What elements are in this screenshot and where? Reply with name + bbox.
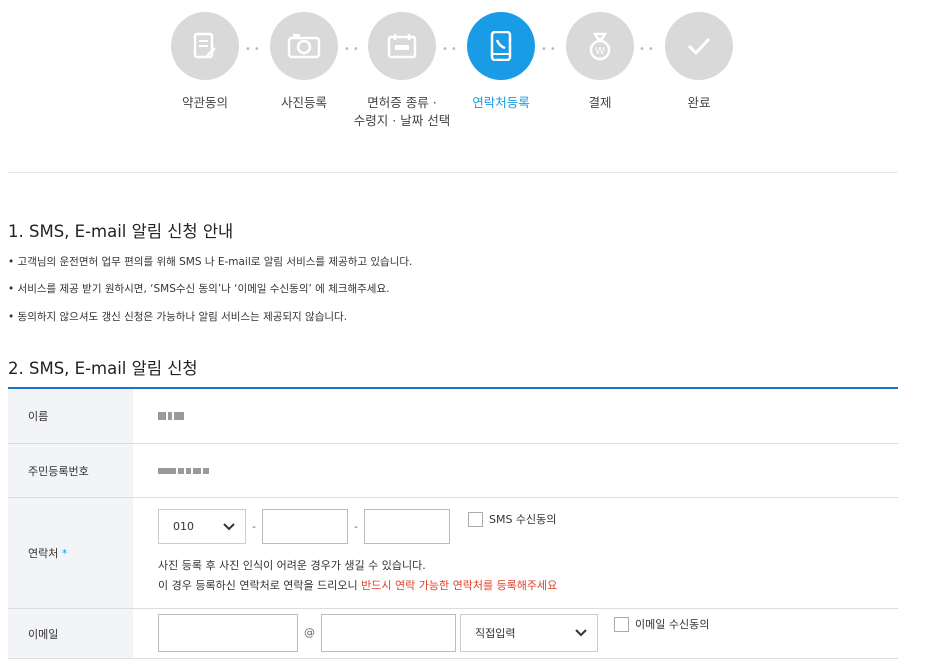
- notice-item: • 고객님의 운전면허 업무 편의를 위해 SMS 나 E-mail로 알림 서…: [8, 256, 413, 268]
- masked-rrn: [158, 467, 209, 474]
- camera-icon: [270, 12, 338, 80]
- step-label: 약관동의: [181, 95, 228, 110]
- notice-item: • 서비스를 제공 받기 원하시면, ‘SMS수신 동의’나 ‘이메일 수신동의…: [8, 283, 390, 295]
- money-bag-icon: W: [566, 12, 634, 80]
- document-pen-icon: [171, 12, 239, 80]
- warning-text: 반드시 연락 가능한 연락처를 등록해주세요: [361, 579, 558, 592]
- step-photo: 사진등록: [254, 12, 354, 112]
- field-label: 주민등록번호: [8, 444, 133, 497]
- chevron-down-icon: [223, 522, 235, 530]
- step-contact: 연락처등록: [451, 12, 551, 112]
- field-label: 연락처 *: [8, 498, 133, 608]
- step-complete: 완료: [649, 12, 749, 112]
- email-domain-input[interactable]: [321, 614, 456, 652]
- progress-stepper: 약관동의 •• 사진등록 •• 면허증 종류 · 수령지 · 날짜 선택 •• …: [0, 12, 936, 162]
- step-label: 연락처등록: [472, 95, 530, 110]
- step-label: 완료: [687, 95, 711, 110]
- contact-form: 이름 주민등록번호 연락처 * 010 - - SMS 수신동의 사진 등록 후…: [8, 387, 898, 659]
- phone-prefix-select[interactable]: 010: [158, 509, 246, 544]
- checkbox[interactable]: [614, 616, 629, 632]
- step-terms: 약관동의: [155, 12, 255, 112]
- phone-help-text: 사진 등록 후 사진 인식이 어려운 경우가 생길 수 있습니다. 이 경우 등…: [158, 559, 558, 592]
- divider: [8, 172, 898, 173]
- field-label: 이름: [8, 389, 133, 443]
- svg-text:W: W: [595, 46, 605, 57]
- form-row-email: 이메일 @ 직접입력 이메일 수신동의: [8, 609, 898, 659]
- check-icon: [665, 12, 733, 80]
- at-sign: @: [304, 626, 315, 639]
- form-row-phone: 연락처 * 010 - - SMS 수신동의 사진 등록 후 사진 인식이 어려…: [8, 498, 898, 609]
- email-id-input[interactable]: [158, 614, 298, 652]
- name-value: [133, 389, 898, 443]
- sms-consent-checkbox[interactable]: SMS 수신동의: [467, 511, 556, 527]
- email-domain-select[interactable]: 직접입력: [460, 614, 598, 652]
- chevron-down-icon: [575, 629, 587, 637]
- dash: -: [252, 520, 256, 533]
- card-icon: [368, 12, 436, 80]
- section-title-form: 2. SMS, E-mail 알림 신청: [8, 359, 198, 378]
- phone-icon: [467, 12, 535, 80]
- step-label: 면허증 종류 · 수령지 · 날짜 선택: [353, 95, 451, 128]
- step-label: 사진등록: [280, 95, 327, 110]
- step-license-type: 면허증 종류 · 수령지 · 날짜 선택: [352, 12, 452, 130]
- form-row-name: 이름: [8, 389, 898, 444]
- field-label: 이메일: [8, 609, 133, 658]
- rrn-value: [133, 444, 898, 497]
- step-label: 결제: [588, 95, 612, 110]
- checkbox[interactable]: [467, 511, 483, 527]
- phone-last-input[interactable]: [363, 509, 450, 544]
- notice-item: • 동의하지 않으셔도 갱신 신청은 가능하나 알림 서비스는 제공되지 않습니…: [8, 311, 348, 323]
- masked-name: [158, 412, 184, 420]
- phone-middle-input[interactable]: [261, 509, 348, 544]
- dash: -: [353, 520, 358, 533]
- email-consent-checkbox[interactable]: 이메일 수신동의: [614, 616, 709, 632]
- required-mark: *: [61, 546, 68, 560]
- form-row-rrn: 주민등록번호: [8, 444, 898, 498]
- step-payment: W 결제: [550, 12, 650, 112]
- section-title-notice: 1. SMS, E-mail 알림 신청 안내: [8, 222, 234, 241]
